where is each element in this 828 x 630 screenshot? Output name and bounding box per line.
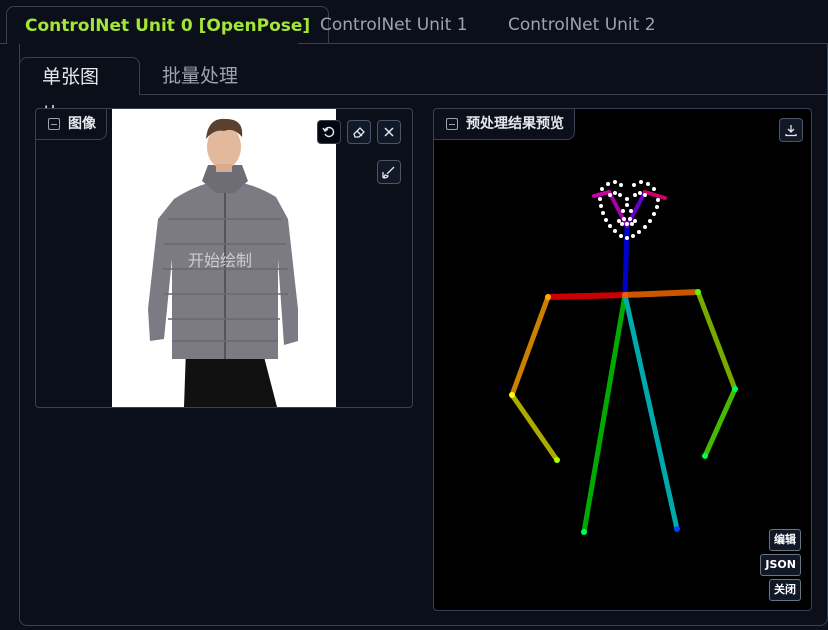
undo-button[interactable] — [317, 120, 341, 144]
eraser-icon — [353, 127, 365, 138]
image-input-panel: 图像 开始绘制 — [35, 108, 413, 408]
undo-icon — [322, 126, 335, 138]
sub-tab-divider — [140, 94, 828, 95]
tab-batch[interactable]: 批量处理 — [140, 57, 260, 95]
image-panel-label-text: 图像 — [68, 116, 96, 132]
preview-panel: 预处理结果预览 编辑 JSON 关闭 — [433, 108, 812, 611]
tab-divider — [0, 43, 6, 44]
openpose-skeleton — [509, 180, 738, 535]
brush-button[interactable] — [377, 160, 401, 184]
tab-single-image[interactable]: 单张图片 — [19, 57, 140, 126]
tab-controlnet-unit-1[interactable]: ControlNet Unit 1 — [302, 6, 486, 44]
eraser-button[interactable] — [347, 120, 371, 144]
brush-icon — [382, 166, 395, 179]
json-button[interactable]: JSON — [760, 554, 801, 576]
image-panel-label: 图像 — [35, 108, 107, 140]
close-button[interactable] — [377, 120, 401, 144]
image-icon — [48, 118, 60, 130]
controlnet-unit-tabs: ControlNet Unit 0 [OpenPose] ControlNet … — [0, 0, 828, 44]
canvas-hint: 开始绘制 — [188, 251, 253, 270]
edit-pose-button[interactable]: 编辑 — [769, 529, 801, 551]
tab-controlnet-unit-0[interactable]: ControlNet Unit 0 [OpenPose] — [6, 6, 330, 44]
close-icon — [384, 127, 394, 137]
tab-controlnet-unit-2[interactable]: ControlNet Unit 2 — [490, 6, 674, 44]
close-preview-button[interactable]: 关闭 — [769, 579, 801, 601]
